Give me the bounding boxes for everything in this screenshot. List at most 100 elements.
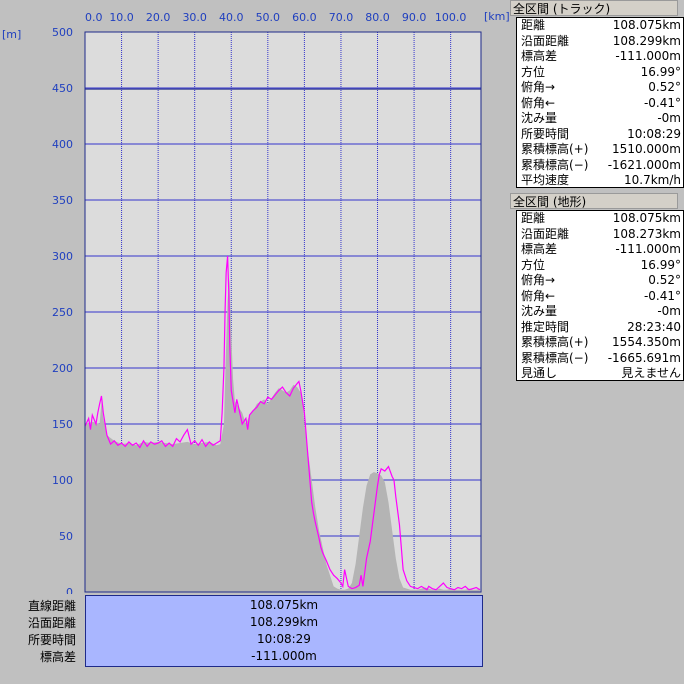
y-tick-label: 200 bbox=[52, 362, 73, 375]
stat-value: 1554.350m bbox=[612, 335, 681, 349]
y-tick-label: 250 bbox=[52, 306, 73, 319]
terrain-stats-table: 距離 108.075km 沿面距離 108.273km 標高差 -111.000m 方位 16… bbox=[516, 210, 684, 381]
stat-value: 108.299km bbox=[612, 33, 681, 48]
x-tick-label: 90.0 bbox=[402, 11, 427, 24]
stat-row: 俯角← -0.41° bbox=[517, 96, 683, 111]
stat-key: 方位 bbox=[521, 257, 546, 272]
y-unit-label: [m] bbox=[2, 28, 21, 41]
stat-value: 108.075km bbox=[612, 18, 681, 32]
stat-value: -1621.000m bbox=[607, 157, 681, 172]
stat-key: 俯角← bbox=[521, 288, 556, 303]
terrain-stats-panel: 全区間 (地形) 距離 108.075km 沿面距離 108.273km 標高差 -111… bbox=[510, 193, 684, 383]
stat-row: 俯角← -0.41° bbox=[517, 289, 683, 304]
x-tick-label: 60.0 bbox=[292, 11, 317, 24]
stat-row: 累積標高(−) -1621.000m bbox=[517, 158, 683, 173]
stat-row: 見通し 見えません bbox=[517, 366, 683, 381]
y-tick-label: 50 bbox=[59, 530, 73, 543]
track-stats-panel: 全区間 (トラック) 距離 108.075km 沿面距離 108.299km 標高差 -1… bbox=[510, 0, 684, 190]
summary-label-surface: 沿面距離 bbox=[27, 616, 76, 630]
stat-row: 距離 108.075km bbox=[517, 18, 683, 33]
summary-value-elevdiff: -111.000m bbox=[251, 649, 317, 663]
stat-key: 沿面距離 bbox=[521, 33, 570, 48]
stat-key: 標高差 bbox=[521, 49, 558, 63]
x-tick-label: 30.0 bbox=[182, 11, 207, 24]
x-tick-label: 70.0 bbox=[329, 11, 354, 24]
stat-key: 方位 bbox=[521, 64, 546, 79]
stat-value: -0.41° bbox=[643, 288, 681, 303]
stat-key: 累積標高(−) bbox=[521, 157, 589, 172]
stat-key: 距離 bbox=[521, 211, 546, 225]
stat-value: -0m bbox=[657, 304, 681, 318]
y-tick-label: 450 bbox=[52, 82, 73, 95]
y-tick-label: 300 bbox=[52, 250, 73, 263]
summary-value-time: 10:08:29 bbox=[257, 632, 311, 646]
stat-key: 所要時間 bbox=[521, 126, 570, 141]
stat-row: 沈み量 -0m bbox=[517, 111, 683, 126]
stat-key: 沈み量 bbox=[521, 111, 558, 125]
stat-value: 16.99° bbox=[640, 257, 681, 272]
stat-value: 10:08:29 bbox=[627, 126, 681, 141]
stat-key: 沿面距離 bbox=[521, 226, 570, 241]
stat-row: 推定時間 28:23:40 bbox=[517, 320, 683, 335]
stat-value: 28:23:40 bbox=[627, 319, 681, 334]
x-tick-label: 10.0 bbox=[109, 11, 134, 24]
stat-key: 累積標高(−) bbox=[521, 350, 589, 365]
stat-key: 沈み量 bbox=[521, 304, 558, 318]
terrain-panel-title[interactable]: 全区間 (地形) bbox=[510, 193, 678, 209]
y-tick-label: 500 bbox=[52, 26, 73, 39]
summary-value-surface: 108.299km bbox=[249, 615, 319, 629]
x-tick-label: 40.0 bbox=[219, 11, 244, 24]
stat-key: 累積標高(+) bbox=[521, 142, 589, 156]
stat-key: 推定時間 bbox=[521, 319, 570, 334]
x-tick-label: 100.0 bbox=[435, 11, 467, 24]
stat-row: 沿面距離 108.273km bbox=[517, 227, 683, 242]
stat-value: -111.000m bbox=[615, 242, 681, 256]
stat-row: 俯角→ 0.52° bbox=[517, 273, 683, 288]
y-tick-label: 100 bbox=[52, 474, 73, 487]
y-tick-label: 150 bbox=[52, 418, 73, 431]
stat-value: 16.99° bbox=[640, 64, 681, 79]
stat-value: 108.273km bbox=[612, 226, 681, 241]
summary-label-time: 所要時間 bbox=[27, 633, 76, 647]
summary-values-box: 108.075km 108.299km 10:08:29 -111.000m bbox=[85, 595, 483, 667]
stat-value: 0.52° bbox=[648, 273, 681, 287]
stat-row: 累積標高(−) -1665.691m bbox=[517, 351, 683, 366]
stat-value: -0m bbox=[657, 111, 681, 125]
track-stats-table: 距離 108.075km 沿面距離 108.299km 標高差 -111.000m 方位 16… bbox=[516, 17, 684, 188]
stat-key: 俯角← bbox=[521, 95, 556, 110]
x-tick-label: 20.0 bbox=[146, 11, 171, 24]
stat-value: 1510.000m bbox=[612, 142, 681, 156]
stat-value: 0.52° bbox=[648, 80, 681, 94]
stat-key: 距離 bbox=[521, 18, 546, 32]
x-axis-ticks: 0.0 10.0 20.0 30.0 40.0 50.0 60.0 70.0 80.0 90.0 1… bbox=[85, 11, 466, 24]
stat-value: -0.41° bbox=[643, 95, 681, 110]
stat-row: 沈み量 -0m bbox=[517, 304, 683, 319]
stat-key: 累積標高(+) bbox=[521, 335, 589, 349]
x-tick-label: 50.0 bbox=[256, 11, 281, 24]
y-tick-label: 350 bbox=[52, 194, 73, 207]
track-panel-title[interactable]: 全区間 (トラック) bbox=[510, 0, 678, 16]
summary-label-straight: 直線距離 bbox=[27, 599, 76, 613]
stat-row: 累積標高(+) 1554.350m bbox=[517, 335, 683, 350]
stat-key: 見通し bbox=[521, 366, 558, 380]
elevation-chart[interactable]: 0.0 10.0 20.0 30.0 40.0 50.0 60.0 70.0 80.0 90.0 1… bbox=[0, 0, 510, 594]
summary-section: 直線距離 沿面距離 所要時間 標高差 108.075km 108.299km 1… bbox=[0, 594, 510, 684]
summary-label-elevdiff: 標高差 bbox=[39, 650, 76, 664]
stat-row: 距離 108.075km bbox=[517, 211, 683, 226]
y-axis-ticks: 500450400350300250200150100500 bbox=[52, 26, 73, 594]
y-tick-label: 0 bbox=[66, 586, 73, 594]
x-tick-label: 0.0 bbox=[85, 11, 103, 24]
summary-value-straight: 108.075km bbox=[249, 598, 319, 612]
stat-row: 所要時間 10:08:29 bbox=[517, 127, 683, 142]
stat-value: -1665.691m bbox=[607, 350, 681, 365]
stat-row: 累積標高(+) 1510.000m bbox=[517, 142, 683, 157]
stat-value: -111.000m bbox=[615, 49, 681, 63]
x-unit-label: [km] bbox=[484, 10, 510, 23]
stat-row: 平均速度 10.7km/h bbox=[517, 173, 683, 188]
stat-value: 見えません bbox=[621, 366, 681, 380]
stat-row: 方位 16.99° bbox=[517, 65, 683, 80]
stat-value: 108.075km bbox=[612, 211, 681, 225]
stat-value: 10.7km/h bbox=[623, 173, 681, 187]
stat-key: 俯角→ bbox=[521, 80, 556, 94]
y-tick-label: 400 bbox=[52, 138, 73, 151]
